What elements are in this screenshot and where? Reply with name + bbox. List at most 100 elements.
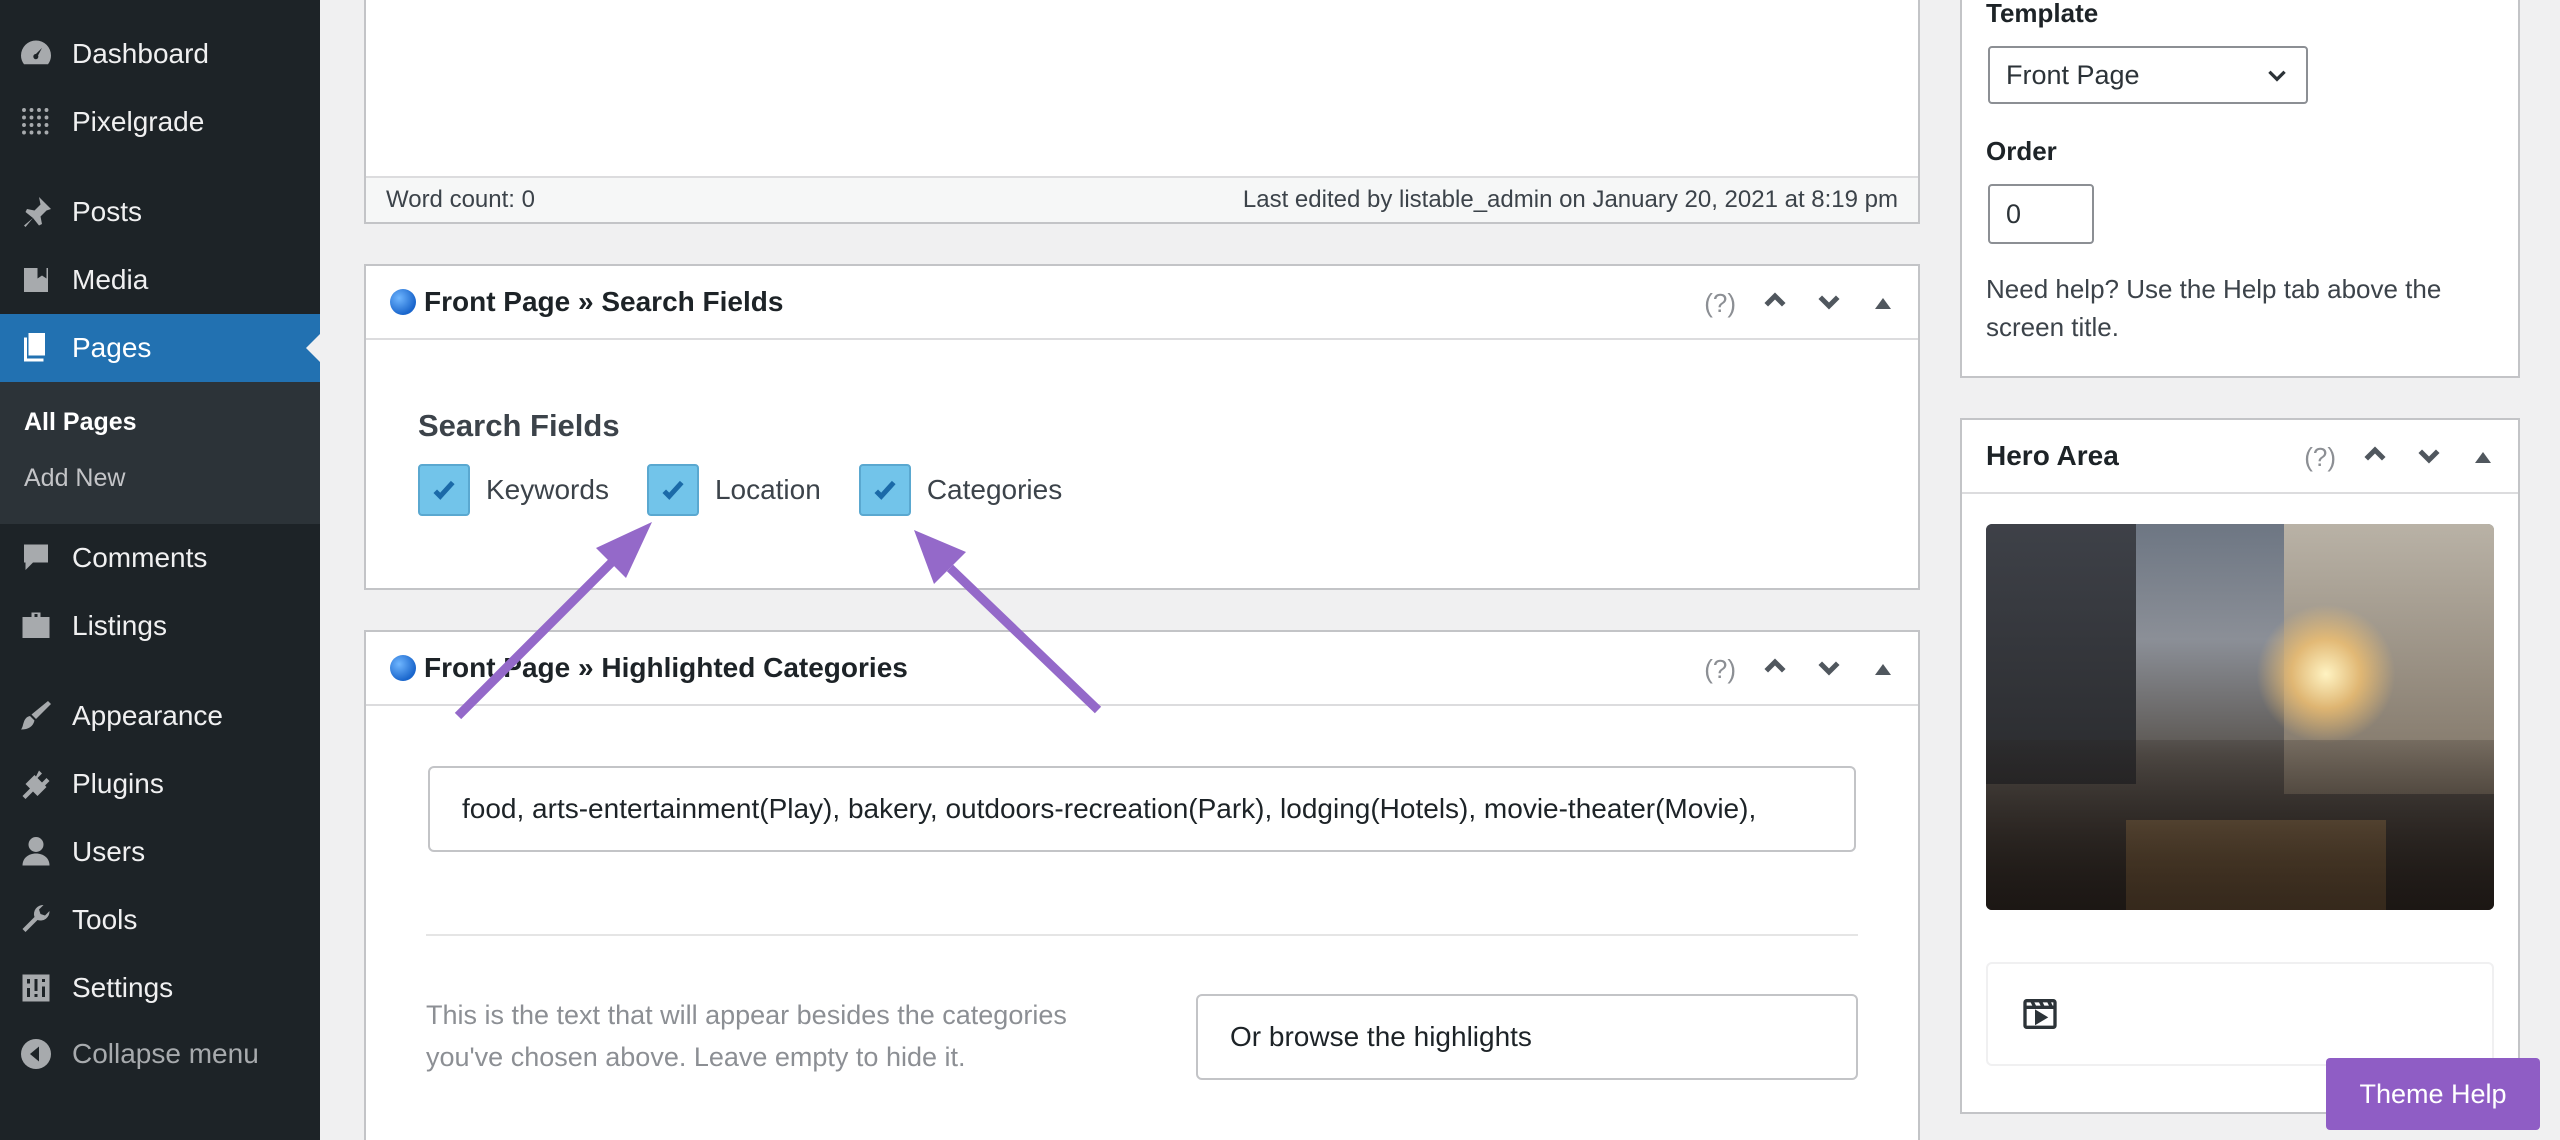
location-label: Location bbox=[714, 474, 821, 505]
theme-help-button[interactable]: Theme Help bbox=[2326, 1058, 2540, 1130]
hero-area-box: Hero Area (?) bbox=[1960, 418, 2520, 1114]
move-down-button[interactable] bbox=[1814, 652, 1844, 687]
panel-title: Front Page » Highlighted Categories bbox=[390, 652, 908, 684]
paintbrush-icon bbox=[0, 698, 72, 734]
highlighted-categories-input[interactable]: food, arts-entertainment(Play), bakery, … bbox=[428, 766, 1856, 852]
move-down-button[interactable] bbox=[2414, 440, 2444, 475]
categories-checkbox[interactable] bbox=[858, 464, 911, 516]
checkmark-icon bbox=[874, 480, 896, 500]
collapse-icon bbox=[0, 1036, 72, 1072]
sidebar-item-listings[interactable]: Listings bbox=[0, 592, 320, 660]
hero-image-street bbox=[2126, 820, 2386, 910]
user-icon bbox=[0, 834, 72, 870]
keywords-label: Keywords bbox=[486, 474, 609, 505]
search-fields-heading: Search Fields bbox=[418, 408, 620, 443]
sidebar-item-label: Listings bbox=[72, 610, 167, 641]
blue-circle-icon bbox=[390, 655, 416, 681]
pages-icon bbox=[0, 330, 72, 366]
sidebar-item-label: Dashboard bbox=[72, 38, 209, 69]
order-label: Order bbox=[1986, 136, 2057, 166]
sidebar-item-label: Plugins bbox=[72, 768, 164, 799]
sidebar-item-label: Appearance bbox=[72, 700, 224, 731]
panel-title: Hero Area bbox=[1986, 440, 2119, 471]
categories-label: Categories bbox=[926, 474, 1063, 505]
help-text: Need help? Use the Help tab above the sc… bbox=[1986, 274, 2442, 342]
keywords-checkbox[interactable] bbox=[418, 464, 470, 516]
sidebar-item-appearance[interactable]: Appearance bbox=[0, 682, 320, 750]
highlighted-categories-box: Front Page » Highlighted Categories (?) … bbox=[364, 630, 1920, 1140]
move-up-button[interactable] bbox=[1760, 652, 1790, 687]
checkmark-icon bbox=[662, 480, 684, 500]
sidebar-item-pixelgrade[interactable]: Pixelgrade bbox=[0, 88, 320, 156]
panel-title-text: Front Page » Search Fields bbox=[424, 286, 784, 317]
collapse-menu-label: Collapse menu bbox=[72, 1038, 259, 1069]
panel-controls: (?) bbox=[1704, 632, 1898, 706]
editor-content[interactable] bbox=[366, 0, 1918, 174]
active-indicator bbox=[306, 334, 320, 362]
hero-image[interactable] bbox=[1986, 524, 2494, 910]
template-select-value: Front Page bbox=[2006, 59, 2140, 90]
chevron-down-icon bbox=[2268, 70, 2286, 82]
sidebar-item-label: Pages bbox=[72, 332, 152, 363]
help-link[interactable]: (?) bbox=[2304, 442, 2336, 473]
panel-title-text: Front Page » Highlighted Categories bbox=[424, 652, 908, 683]
grid-dots-icon bbox=[0, 104, 72, 140]
move-up-button[interactable] bbox=[2360, 440, 2390, 475]
template-label: Template bbox=[1986, 0, 2099, 28]
help-link[interactable]: (?) bbox=[1704, 288, 1736, 319]
toggle-panel-button[interactable] bbox=[1868, 288, 1898, 318]
sidebar-item-plugins[interactable]: Plugins bbox=[0, 750, 320, 818]
pages-submenu: All Pages Add New bbox=[0, 382, 320, 524]
word-count: Word count: 0 bbox=[386, 186, 535, 213]
sidebar-item-label: Posts bbox=[72, 196, 143, 227]
pushpin-icon bbox=[0, 194, 72, 230]
sliders-icon bbox=[0, 970, 72, 1006]
toggle-panel-button[interactable] bbox=[2468, 442, 2498, 472]
editor-area: Word count: 0 Last edited by listable_ad… bbox=[364, 0, 1920, 224]
sidebar-item-comments[interactable]: Comments bbox=[0, 524, 320, 592]
browse-text-input[interactable]: Or browse the highlights bbox=[1196, 994, 1858, 1080]
hero-image-sunlight bbox=[2256, 604, 2396, 744]
panel-controls: (?) bbox=[1704, 266, 1898, 340]
sidebar-item-tools[interactable]: Tools bbox=[0, 886, 320, 954]
panel-header: Hero Area (?) bbox=[1962, 420, 2518, 494]
sidebar-item-label: Users bbox=[72, 836, 146, 867]
comment-icon bbox=[0, 540, 72, 576]
editor-status-bar: Word count: 0 Last edited by listable_ad… bbox=[366, 176, 1918, 222]
submenu-add-new[interactable]: Add New bbox=[24, 464, 125, 493]
collapse-menu-button[interactable]: Collapse menu bbox=[0, 1020, 320, 1088]
submenu-all-pages[interactable]: All Pages bbox=[24, 408, 137, 437]
sidebar-item-label: Settings bbox=[72, 972, 174, 1003]
caret-up-icon bbox=[2475, 451, 2491, 463]
sidebar-item-pages[interactable]: Pages bbox=[0, 314, 320, 382]
checkmark-icon bbox=[433, 480, 455, 500]
panel-header: Front Page » Highlighted Categories (?) bbox=[366, 632, 1918, 706]
sidebar-item-label: Media bbox=[72, 264, 149, 295]
toggle-panel-button[interactable] bbox=[1868, 654, 1898, 684]
video-icon bbox=[2023, 999, 2057, 1029]
move-down-button[interactable] bbox=[1814, 286, 1844, 321]
sidebar-item-users[interactable]: Users bbox=[0, 818, 320, 886]
last-edited: Last edited by listable_admin on January… bbox=[1242, 186, 1898, 213]
sidebar-item-label: Pixelgrade bbox=[72, 106, 205, 137]
panel-header: Front Page » Search Fields (?) bbox=[366, 266, 1918, 340]
caret-up-icon bbox=[1875, 663, 1891, 675]
order-input[interactable]: 0 bbox=[1988, 184, 2094, 244]
search-fields-box: Front Page » Search Fields (?) Search Fi… bbox=[364, 264, 1920, 590]
location-checkbox[interactable] bbox=[646, 464, 699, 516]
caret-up-icon bbox=[1875, 297, 1891, 309]
admin-sidebar: Dashboard Pixelgrade Posts Media Pages A… bbox=[0, 0, 320, 1140]
hero-media-placeholder[interactable] bbox=[1986, 962, 2494, 1066]
sidebar-item-label: Tools bbox=[72, 904, 138, 935]
move-up-button[interactable] bbox=[1760, 286, 1790, 321]
help-link[interactable]: (?) bbox=[1704, 654, 1736, 685]
page-attributes-box: Template Front Page Order 0 Need help? U… bbox=[1960, 0, 2520, 378]
sidebar-item-posts[interactable]: Posts bbox=[0, 178, 320, 246]
template-select[interactable]: Front Page bbox=[1988, 46, 2308, 104]
sidebar-item-dashboard[interactable]: Dashboard bbox=[0, 20, 320, 88]
plug-icon bbox=[0, 766, 72, 802]
sidebar-item-media[interactable]: Media bbox=[0, 246, 320, 314]
sidebar-item-settings[interactable]: Settings bbox=[0, 954, 320, 1022]
browse-description: This is the text that will appear beside… bbox=[426, 1000, 1067, 1072]
briefcase-icon bbox=[0, 608, 72, 644]
